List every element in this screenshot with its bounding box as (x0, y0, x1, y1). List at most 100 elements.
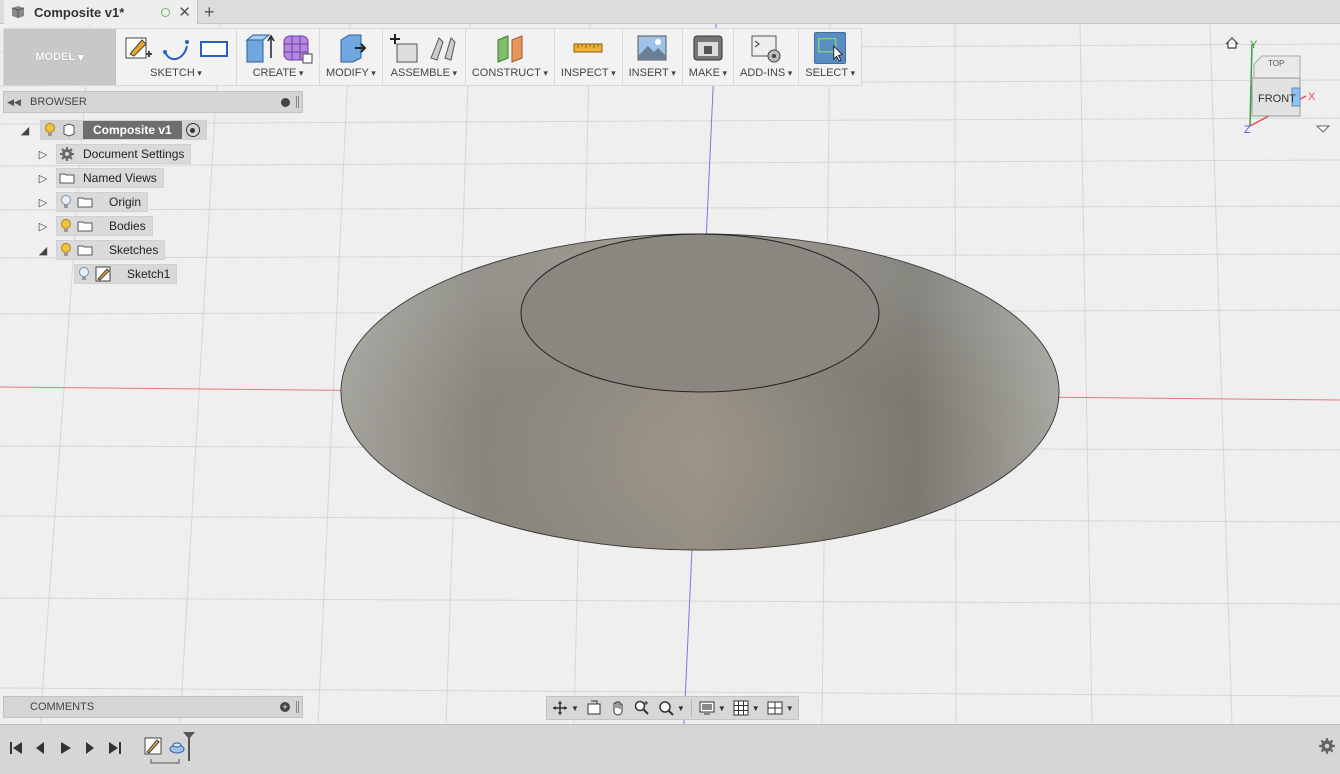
collapsed-arrow-icon[interactable]: ▷ (36, 220, 50, 233)
tree-item-origin[interactable]: ▷ Origin (36, 192, 149, 212)
3d-print-icon[interactable] (692, 32, 724, 64)
press-pull-icon[interactable] (335, 32, 367, 64)
chevron-down-icon[interactable]: ▼ (752, 704, 760, 713)
document-cube-icon (11, 6, 25, 18)
tree-item-box: Named Views (56, 168, 164, 188)
activate-component-icon[interactable] (185, 123, 200, 137)
timeline-settings-gear-icon[interactable] (1318, 737, 1336, 755)
cube-top-label: TOP (1268, 59, 1284, 68)
collapsed-arrow-icon[interactable]: ▷ (36, 196, 50, 209)
create-group[interactable]: CREATE (237, 29, 320, 85)
expanded-arrow-icon[interactable]: ◢ (36, 244, 50, 257)
cube-front-label: FRONT (1258, 93, 1296, 105)
timeline-sketch-feature-icon[interactable] (143, 737, 163, 755)
add-ins-group-label: ADD-INS (740, 67, 792, 79)
add-comment-icon[interactable]: + (280, 702, 290, 712)
comments-panel-header[interactable]: COMMENTS + (3, 696, 303, 718)
collapsed-arrow-icon[interactable]: ▷ (36, 172, 50, 185)
axis-x-label: X (1308, 91, 1316, 103)
construct-group[interactable]: CONSTRUCT (466, 29, 555, 85)
joint-icon[interactable] (427, 32, 459, 64)
step-forward-icon[interactable] (80, 739, 100, 757)
tree-item-box: Sketches (56, 240, 166, 260)
new-tab-button[interactable]: + (204, 2, 215, 22)
tree-root-node[interactable]: Composite v1 (40, 120, 207, 140)
go-to-end-icon[interactable] (105, 739, 125, 757)
measure-icon[interactable] (572, 32, 604, 64)
timeline-marker-icon[interactable] (182, 731, 196, 761)
tree-item-label: Document Settings (83, 147, 185, 161)
chevron-down-icon[interactable]: ▼ (786, 704, 794, 713)
offset-plane-icon[interactable] (494, 32, 526, 64)
visibility-bulb-icon[interactable] (57, 241, 75, 259)
chevron-down-icon[interactable]: ▼ (571, 704, 579, 713)
pin-panel-icon[interactable] (281, 97, 290, 107)
close-tab-icon[interactable]: ✕ (178, 5, 191, 20)
title-bar: Composite v1* ✕ + (0, 0, 1340, 24)
viewcube-menu-icon[interactable] (1315, 125, 1331, 133)
tree-item-sketches[interactable]: ◢ Sketches (36, 240, 166, 260)
folder-icon (75, 193, 95, 211)
home-view-icon[interactable] (1225, 37, 1239, 49)
chevron-down-icon[interactable]: ▼ (718, 704, 726, 713)
create-group-label: CREATE (253, 67, 304, 79)
tree-item-bodies[interactable]: ▷ Bodies (36, 216, 153, 236)
step-back-icon[interactable] (30, 739, 50, 757)
main-toolbar: MODEL ▾ SKETCH CREATE MODIFY (3, 28, 863, 86)
timeline-bracket (150, 759, 180, 764)
insert-group[interactable]: INSERT (623, 29, 683, 85)
tree-item-document-settings[interactable]: ▷ Document Settings (36, 144, 192, 164)
zoom-icon[interactable] (633, 699, 651, 717)
gear-icon (57, 145, 77, 163)
visibility-bulb-off-icon[interactable] (57, 193, 75, 211)
create-sketch-icon[interactable] (122, 32, 154, 64)
visibility-bulb-icon[interactable] (41, 121, 59, 139)
pan-hand-icon[interactable] (609, 699, 627, 717)
inspect-group[interactable]: INSPECT (555, 29, 623, 85)
make-group-label: MAKE (689, 67, 727, 79)
play-icon[interactable] (55, 739, 75, 757)
assemble-group-label: ASSEMBLE (391, 67, 457, 79)
sketch-group[interactable]: SKETCH (116, 29, 237, 85)
expanded-arrow-icon[interactable]: ◢ (18, 124, 32, 137)
workspace-mode-label: MODEL (35, 51, 76, 63)
add-ins-group[interactable]: ADD-INS (734, 29, 800, 85)
panel-grip-icon[interactable] (296, 701, 299, 713)
scripts-addins-icon[interactable] (750, 32, 782, 64)
visibility-bulb-off-icon[interactable] (75, 265, 93, 283)
chevron-down-icon[interactable]: ▼ (677, 704, 685, 713)
tree-item-sketch1[interactable]: Sketch1 (74, 264, 178, 284)
fit-icon[interactable] (657, 699, 675, 717)
visibility-bulb-icon[interactable] (57, 217, 75, 235)
go-to-start-icon[interactable] (6, 739, 26, 757)
viewports-icon[interactable] (766, 699, 784, 717)
document-tab-title: Composite v1* (34, 4, 125, 20)
revolved-body[interactable] (340, 233, 1060, 551)
document-tab[interactable]: Composite v1* ✕ (4, 0, 198, 24)
assemble-group[interactable]: ASSEMBLE (383, 29, 466, 85)
select-tool-icon[interactable] (814, 32, 847, 64)
look-at-icon[interactable] (585, 699, 603, 717)
workspace-mode-button[interactable]: MODEL ▾ (4, 29, 116, 85)
extrude-icon[interactable] (243, 32, 275, 64)
select-group-label: SELECT (805, 67, 855, 79)
modify-group[interactable]: MODIFY (320, 29, 383, 85)
form-icon[interactable] (281, 32, 313, 64)
panel-grip-icon[interactable] (296, 96, 299, 108)
view-cube[interactable]: Y X Z TOP FRONT (1222, 30, 1332, 140)
new-component-icon[interactable] (389, 32, 421, 64)
collapse-panel-icon[interactable]: ◀◀ (4, 97, 24, 108)
collapsed-arrow-icon[interactable]: ▷ (36, 148, 50, 161)
display-settings-icon[interactable] (698, 699, 716, 717)
insert-image-icon[interactable] (636, 32, 668, 64)
select-group[interactable]: SELECT (799, 29, 861, 85)
make-group[interactable]: MAKE (683, 29, 735, 85)
rectangle-tool-icon[interactable] (198, 32, 230, 64)
line-tool-icon[interactable] (160, 32, 192, 64)
orbit-icon[interactable] (551, 699, 569, 717)
tree-item-box: Sketch1 (74, 264, 178, 284)
browser-panel-header[interactable]: ◀◀ BROWSER (3, 91, 303, 113)
tree-root-row[interactable]: ◢ Composite v1 (18, 120, 207, 140)
grid-settings-icon[interactable] (732, 699, 750, 717)
tree-item-named-views[interactable]: ▷ Named Views (36, 168, 164, 188)
